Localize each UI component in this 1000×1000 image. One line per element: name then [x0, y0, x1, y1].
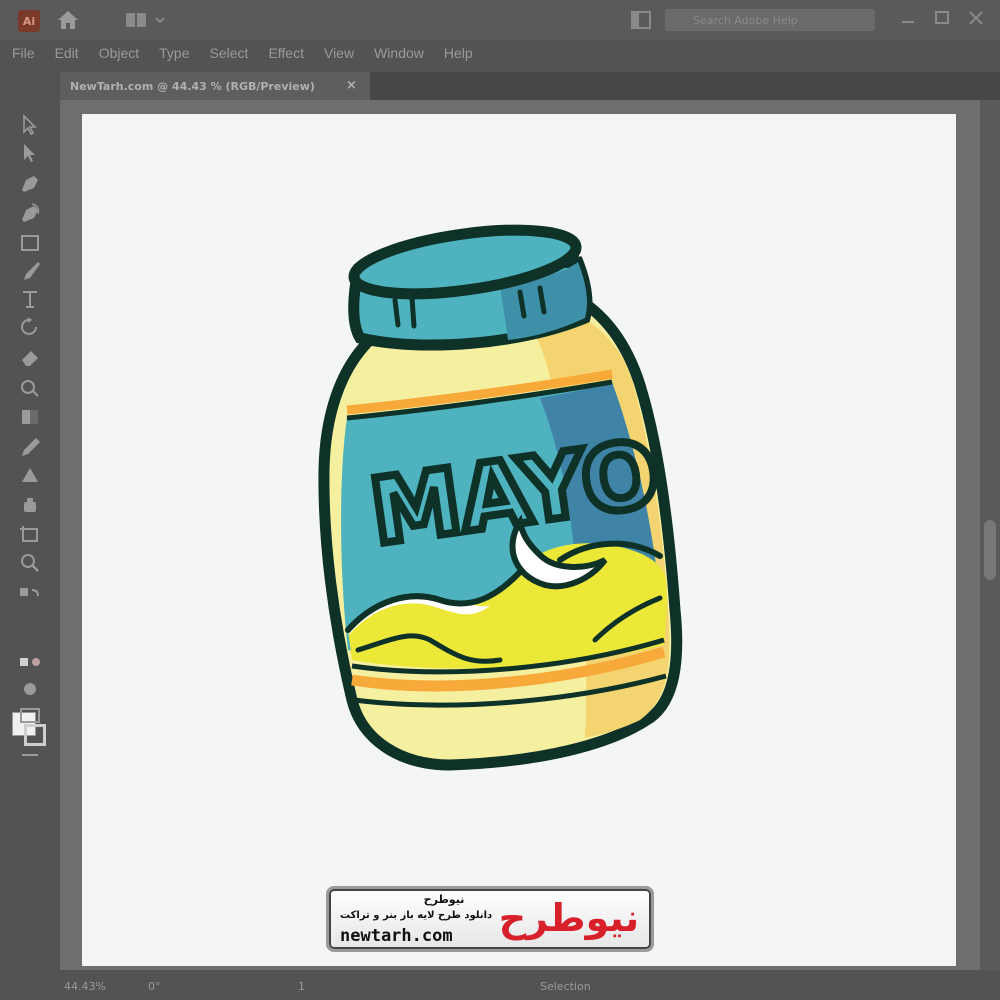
- menu-object[interactable]: Object: [99, 45, 139, 61]
- zoom-level[interactable]: 44.43%: [64, 980, 106, 993]
- menu-window[interactable]: Window: [374, 45, 424, 61]
- document-tab-bar: NewTarh.com @ 44.43 % (RGB/Preview): [60, 72, 1000, 100]
- more-tools-icon[interactable]: [18, 744, 42, 766]
- scrollbar-thumb[interactable]: [984, 520, 996, 580]
- symbol-sprayer-tool-icon[interactable]: [18, 494, 42, 516]
- document-tab[interactable]: NewTarh.com @ 44.43 % (RGB/Preview): [60, 72, 370, 100]
- status-tool-mode[interactable]: Selection: [540, 980, 591, 993]
- blend-tool-icon[interactable]: [18, 464, 42, 486]
- selection-tool-icon[interactable]: [18, 114, 42, 136]
- curvature-tool-icon[interactable]: [18, 202, 42, 224]
- title-bar: Ai Search Adobe Help: [0, 0, 1000, 40]
- menu-help[interactable]: Help: [444, 45, 473, 61]
- artboard-number[interactable]: 1: [298, 980, 305, 993]
- menu-type[interactable]: Type: [159, 45, 189, 61]
- minimize-icon[interactable]: [898, 8, 918, 28]
- rotation-readout[interactable]: 0°: [148, 980, 161, 993]
- artboard-tool-icon[interactable]: [18, 524, 42, 546]
- gradient-tool-icon[interactable]: [18, 406, 42, 428]
- watermark-title: نیوطرح: [423, 893, 465, 906]
- menu-view[interactable]: View: [324, 45, 354, 61]
- direct-selection-tool-icon[interactable]: [18, 142, 42, 164]
- menu-edit[interactable]: Edit: [55, 45, 79, 61]
- screen-mode-icon[interactable]: [18, 704, 42, 726]
- draw-mode-icon[interactable]: [18, 678, 42, 700]
- zoom-tool-icon[interactable]: [18, 552, 42, 574]
- app-logo[interactable]: Ai: [18, 10, 40, 32]
- pen-tool-icon[interactable]: [18, 172, 42, 194]
- watermark-url: newtarh.com: [340, 926, 453, 946]
- arrange-documents-icon[interactable]: [630, 10, 652, 30]
- watermark-logo: نیوطرح: [498, 896, 640, 940]
- search-input[interactable]: Search Adobe Help: [665, 9, 875, 31]
- eraser-tool-icon[interactable]: [18, 346, 42, 368]
- rectangle-tool-icon[interactable]: [18, 232, 42, 254]
- workspace-switcher-icon[interactable]: [124, 11, 170, 29]
- maximize-icon[interactable]: [932, 8, 952, 28]
- artboard[interactable]: [82, 114, 956, 966]
- tools-panel: [0, 100, 60, 970]
- paintbrush-tool-icon[interactable]: [18, 260, 42, 282]
- shape-builder-tool-icon[interactable]: [18, 376, 42, 398]
- stroke-color-swatch[interactable]: [24, 724, 46, 746]
- eyedropper-tool-icon[interactable]: [18, 436, 42, 458]
- swap-colors-icon[interactable]: [18, 584, 42, 606]
- menu-effect[interactable]: Effect: [268, 45, 304, 61]
- rotate-tool-icon[interactable]: [18, 316, 42, 338]
- menu-bar: File Edit Object Type Select Effect View…: [0, 40, 1000, 66]
- close-window-icon[interactable]: [966, 8, 986, 28]
- home-icon[interactable]: [55, 8, 81, 32]
- type-tool-icon[interactable]: [18, 288, 42, 310]
- close-tab-icon[interactable]: ×: [346, 78, 357, 93]
- watermark-subtitle: دانلود طرح لایه باز بنر و تراکت: [340, 910, 493, 921]
- menu-select[interactable]: Select: [210, 45, 249, 61]
- menu-file[interactable]: File: [12, 45, 35, 61]
- color-mode-icon[interactable]: [18, 652, 42, 674]
